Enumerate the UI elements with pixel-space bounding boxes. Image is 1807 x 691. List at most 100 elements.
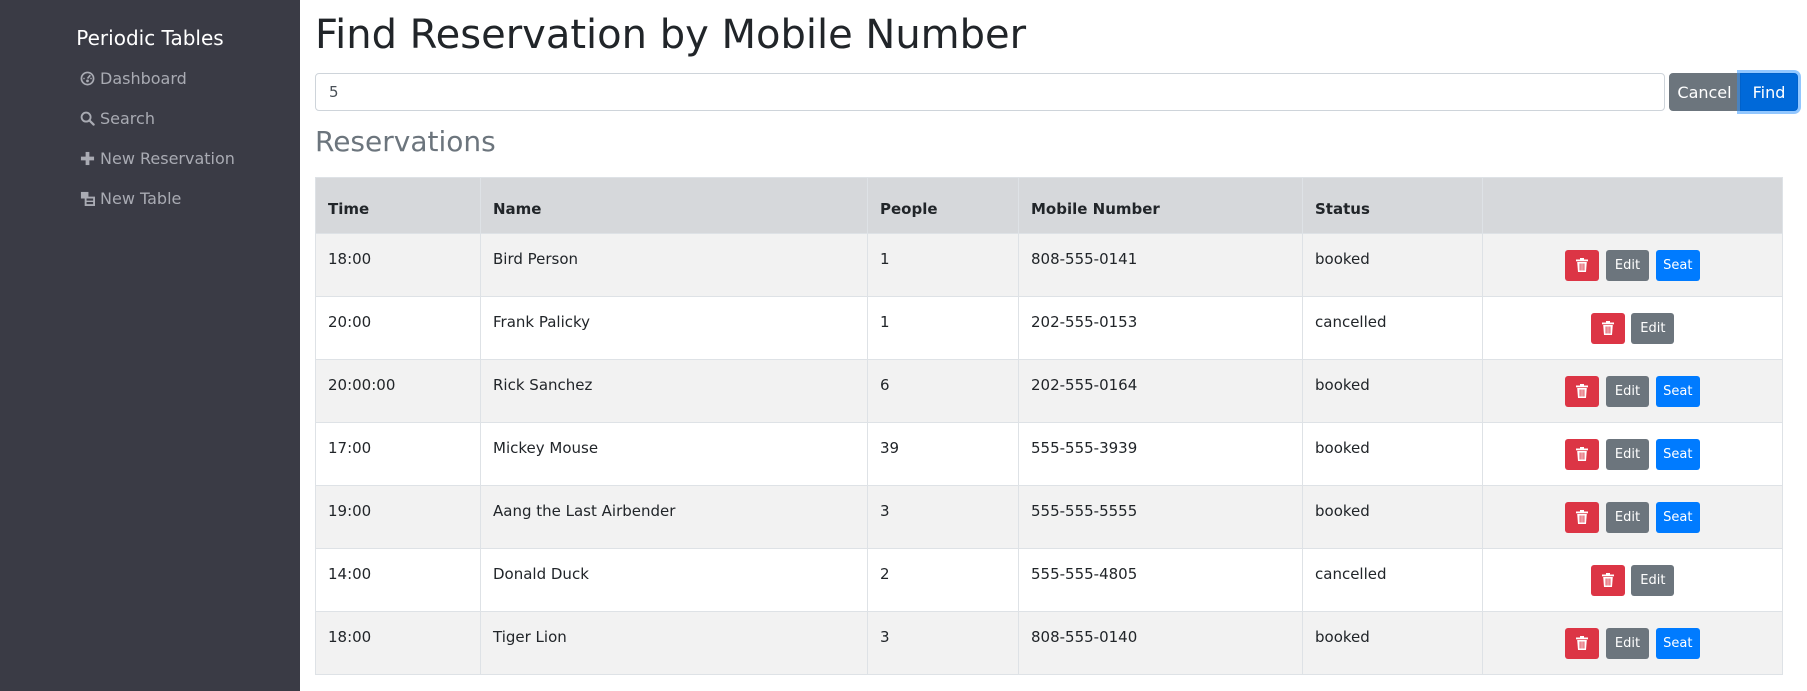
delete-button[interactable]	[1590, 312, 1625, 344]
search-icon	[80, 111, 95, 126]
cell-status: booked	[1302, 233, 1483, 297]
cell-people: 3	[867, 485, 1019, 549]
cell-name: Bird Person	[480, 233, 868, 297]
edit-button[interactable]: Edit	[1606, 249, 1649, 281]
table-row: 20:00 Frank Palicky 1 202-555-0153 cance…	[315, 296, 1783, 360]
table-row: 19:00 Aang the Last Airbender 3 555-555-…	[315, 485, 1783, 549]
cell-mobile: 808-555-0141	[1018, 233, 1303, 297]
cell-people: 2	[867, 548, 1019, 612]
delete-button[interactable]	[1590, 564, 1625, 596]
edit-button[interactable]: Edit	[1606, 438, 1649, 470]
dashboard-icon	[80, 71, 95, 85]
edit-button[interactable]: Edit	[1606, 375, 1649, 407]
sidebar-item-label: New Reservation	[100, 148, 235, 168]
cell-name: Mickey Mouse	[480, 422, 868, 486]
table-row: 14:00 Donald Duck 2 555-555-4805 cancell…	[315, 548, 1783, 612]
cell-name: Frank Palicky	[480, 296, 868, 360]
sidebar-item-label: Dashboard	[100, 68, 187, 88]
cell-actions: Edit	[1482, 548, 1783, 612]
edit-button[interactable]: Edit	[1631, 312, 1675, 344]
trash-icon	[1601, 321, 1614, 335]
trash-icon	[1601, 573, 1614, 587]
table-row: 18:00 Bird Person 1 808-555-0141 booked …	[315, 233, 1783, 297]
cell-time: 14:00	[315, 548, 481, 612]
cell-time: 20:00:00	[315, 359, 481, 423]
seat-button[interactable]: Seat	[1655, 438, 1700, 470]
column-header-status: Status	[1302, 177, 1483, 234]
cell-mobile: 555-555-3939	[1018, 422, 1303, 486]
column-header-people: People	[867, 177, 1019, 234]
cell-mobile: 202-555-0153	[1018, 296, 1303, 360]
table-icon	[80, 191, 95, 206]
cell-actions: Edit Seat	[1482, 485, 1783, 549]
delete-button[interactable]	[1565, 375, 1600, 407]
brand-title[interactable]: Periodic Tables	[0, 24, 300, 52]
cell-status: cancelled	[1302, 296, 1483, 360]
delete-button[interactable]	[1565, 627, 1600, 659]
cell-time: 17:00	[315, 422, 481, 486]
seat-button[interactable]: Seat	[1655, 501, 1700, 533]
cell-status: booked	[1302, 422, 1483, 486]
cell-name: Rick Sanchez	[480, 359, 868, 423]
reservations-heading: Reservations	[315, 125, 496, 158]
cell-name: Tiger Lion	[480, 611, 868, 675]
trash-icon	[1576, 384, 1589, 398]
edit-button[interactable]: Edit	[1631, 564, 1675, 596]
table-row: 20:00:00 Rick Sanchez 6 202-555-0164 boo…	[315, 359, 1783, 423]
page-title: Find Reservation by Mobile Number	[315, 12, 1027, 58]
sidebar: Periodic Tables Dashboard Search New Res…	[0, 0, 300, 691]
column-header-actions	[1482, 177, 1783, 234]
cell-people: 1	[867, 233, 1019, 297]
main-content: Find Reservation by Mobile Number Cancel…	[300, 0, 1807, 691]
cell-actions: Edit Seat	[1482, 611, 1783, 675]
cell-status: cancelled	[1302, 548, 1483, 612]
sidebar-item-label: Search	[100, 108, 155, 128]
trash-icon	[1576, 258, 1589, 272]
cell-status: booked	[1302, 611, 1483, 675]
cell-time: 19:00	[315, 485, 481, 549]
sidebar-item-new-table[interactable]: New Table	[80, 187, 181, 209]
table-header-row: Time Name People Mobile Number Status	[315, 177, 1783, 234]
cell-time: 18:00	[315, 233, 481, 297]
cell-people: 39	[867, 422, 1019, 486]
column-header-time: Time	[315, 177, 481, 234]
trash-icon	[1576, 510, 1589, 524]
cell-time: 18:00	[315, 611, 481, 675]
cancel-button[interactable]: Cancel	[1669, 73, 1740, 111]
edit-button[interactable]: Edit	[1606, 501, 1649, 533]
find-button[interactable]: Find	[1740, 73, 1798, 111]
seat-button[interactable]: Seat	[1655, 375, 1700, 407]
sidebar-item-search[interactable]: Search	[80, 107, 155, 129]
seat-button[interactable]: Seat	[1655, 249, 1700, 281]
cell-actions: Edit Seat	[1482, 422, 1783, 486]
table-row: 18:00 Tiger Lion 3 808-555-0140 booked E…	[315, 611, 1783, 675]
cell-actions: Edit Seat	[1482, 359, 1783, 423]
seat-button[interactable]: Seat	[1655, 627, 1700, 659]
cell-mobile: 555-555-5555	[1018, 485, 1303, 549]
cell-name: Donald Duck	[480, 548, 868, 612]
cell-mobile: 555-555-4805	[1018, 548, 1303, 612]
cell-time: 20:00	[315, 296, 481, 360]
cell-status: booked	[1302, 359, 1483, 423]
delete-button[interactable]	[1565, 438, 1600, 470]
edit-button[interactable]: Edit	[1606, 627, 1649, 659]
cell-people: 1	[867, 296, 1019, 360]
reservations-table: Time Name People Mobile Number Status 18…	[315, 177, 1783, 675]
mobile-number-input[interactable]	[315, 73, 1665, 111]
plus-icon	[80, 151, 95, 165]
sidebar-item-dashboard[interactable]: Dashboard	[80, 67, 187, 89]
sidebar-item-label: New Table	[100, 188, 182, 208]
trash-icon	[1576, 636, 1589, 650]
delete-button[interactable]	[1565, 501, 1600, 533]
column-header-name: Name	[480, 177, 868, 234]
column-header-mobile-number: Mobile Number	[1018, 177, 1303, 234]
cell-name: Aang the Last Airbender	[480, 485, 868, 549]
delete-button[interactable]	[1565, 249, 1600, 281]
cell-people: 6	[867, 359, 1019, 423]
cell-mobile: 808-555-0140	[1018, 611, 1303, 675]
trash-icon	[1576, 447, 1589, 461]
cell-people: 3	[867, 611, 1019, 675]
cell-status: booked	[1302, 485, 1483, 549]
cell-actions: Edit Seat	[1482, 233, 1783, 297]
sidebar-item-new-reservation[interactable]: New Reservation	[80, 147, 235, 169]
